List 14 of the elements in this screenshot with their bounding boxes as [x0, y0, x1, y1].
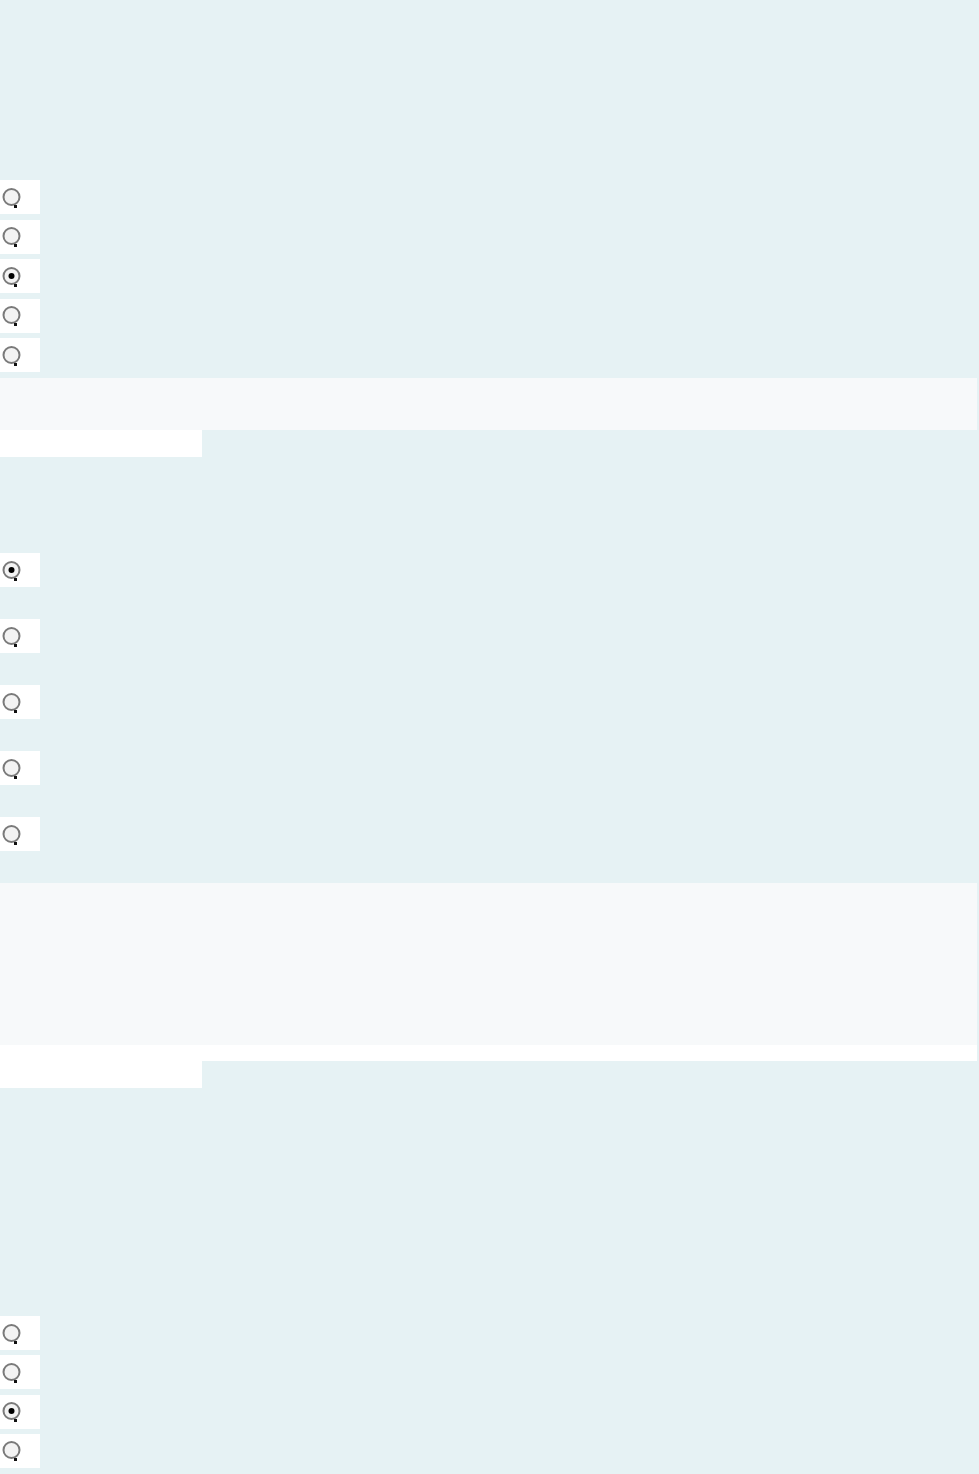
radio-button[interactable] — [2, 823, 21, 845]
radio-button[interactable] — [2, 1361, 21, 1383]
radio-button[interactable] — [2, 1401, 21, 1423]
radio-button[interactable] — [2, 1440, 21, 1462]
radio-button[interactable] — [2, 757, 21, 779]
radio-button[interactable] — [2, 691, 21, 713]
radio-button[interactable] — [2, 625, 21, 647]
radio-button[interactable] — [2, 186, 21, 208]
radio-button[interactable] — [2, 265, 21, 287]
radio-button[interactable] — [2, 226, 21, 247]
radio-button[interactable] — [2, 559, 21, 581]
radio-button[interactable] — [2, 305, 21, 326]
radio-button[interactable] — [2, 344, 21, 366]
radio-button[interactable] — [2, 1322, 21, 1344]
